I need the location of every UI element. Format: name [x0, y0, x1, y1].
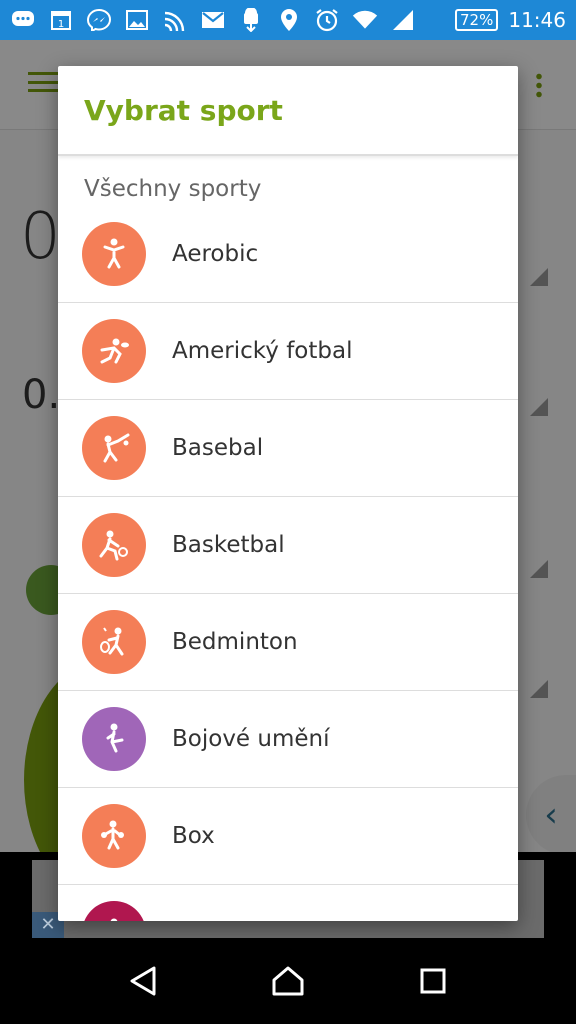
- select-sport-dialog: Vybrat sport Všechny sporty Aerobic Ameri…: [58, 66, 518, 921]
- basketball-icon: [82, 513, 146, 577]
- american-football-icon: [82, 319, 146, 383]
- sport-item-label: Bojové umění: [172, 726, 330, 752]
- wifi-icon: [352, 9, 378, 31]
- sport-item-label: Basketbal: [172, 532, 285, 558]
- sport-item[interactable]: Bedminton: [58, 594, 518, 691]
- boxing-icon: [82, 804, 146, 868]
- sport-item-label: Box: [172, 823, 215, 849]
- battery-indicator: 72%: [455, 9, 499, 31]
- chat-icon: [10, 9, 36, 31]
- sport-list: Aerobic Americký fotbal Basebal Basketbal Be…: [58, 206, 518, 921]
- home-icon[interactable]: [268, 961, 308, 1001]
- sport-item-label: Bedminton: [172, 629, 298, 655]
- svg-text:1: 1: [58, 19, 64, 30]
- cell-signal-icon: [390, 9, 416, 31]
- sport-item-label: Aerobic: [172, 241, 259, 267]
- android-download-icon: [238, 8, 264, 32]
- section-header: Všechny sporty: [84, 176, 262, 202]
- gallery-icon: [124, 9, 150, 31]
- sport-item[interactable]: Americký fotbal: [58, 303, 518, 400]
- back-icon[interactable]: [123, 961, 163, 1001]
- messenger-icon: [86, 9, 112, 31]
- sport-item-label: Basebal: [172, 435, 264, 461]
- gmail-icon: [200, 9, 226, 31]
- martial-arts-icon: [82, 707, 146, 771]
- dialog-title: Vybrat sport: [58, 66, 518, 156]
- sport-item-label: Americký fotbal: [172, 338, 353, 364]
- sport-item[interactable]: Aerobic: [58, 206, 518, 303]
- sport-item[interactable]: Box: [58, 788, 518, 885]
- recents-icon[interactable]: [413, 961, 453, 1001]
- status-bar: 1 72% 11:46: [0, 0, 576, 40]
- sport-item[interactable]: Bojové umění: [58, 691, 518, 788]
- badminton-icon: [82, 610, 146, 674]
- clock: 11:46: [508, 8, 566, 32]
- sport-icon: [82, 901, 146, 921]
- alarm-icon: [314, 9, 340, 32]
- navigation-bar: [0, 938, 576, 1024]
- sport-item[interactable]: [58, 885, 518, 921]
- aerobic-icon: [82, 222, 146, 286]
- wifi-signal-icon: [162, 9, 188, 31]
- calendar-icon: 1: [48, 9, 74, 31]
- sport-item[interactable]: Basketbal: [58, 497, 518, 594]
- sport-item[interactable]: Basebal: [58, 400, 518, 497]
- location-icon: [276, 9, 302, 31]
- baseball-icon: [82, 416, 146, 480]
